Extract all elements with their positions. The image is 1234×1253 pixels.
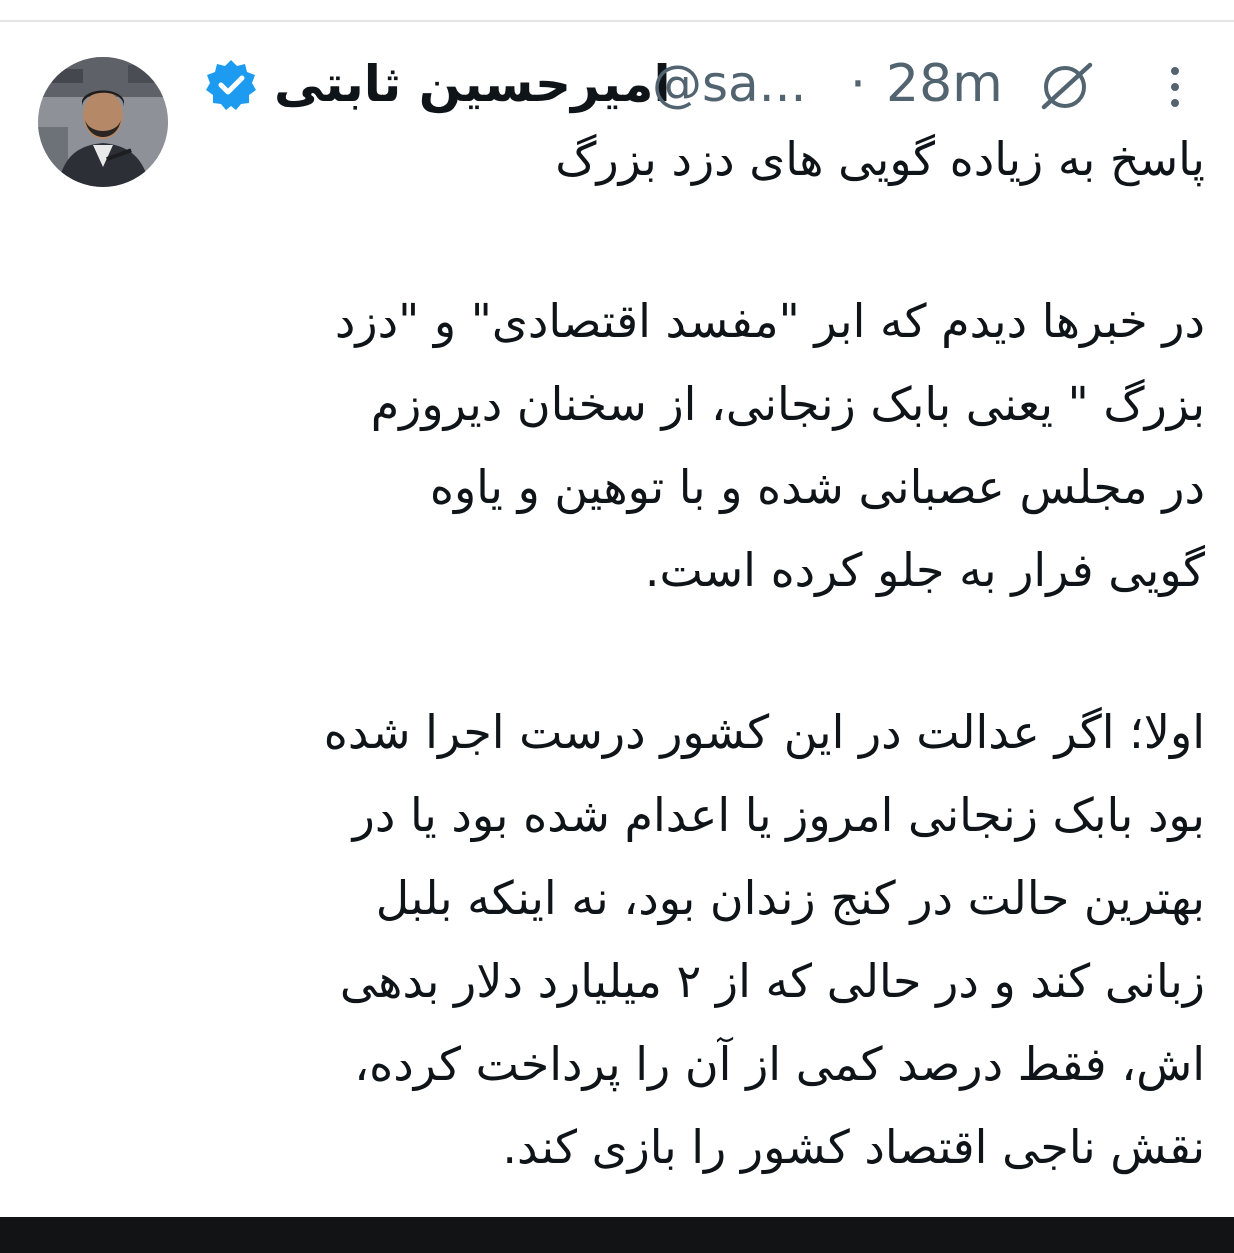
tweet-line: در مجلس عصبانی شده و با توهین و یاوه: [429, 460, 1205, 514]
tweet-line: بزرگ " یعنی بابک زنجانی، از سخنان دیروزم: [370, 377, 1205, 431]
tweet-line: بود بابک زنجانی امروز یا اعدام شده بود ی…: [352, 788, 1205, 842]
author-handle[interactable]: @sa...: [652, 51, 806, 117]
tweet-line: گویی فرار به جلو کرده است.: [644, 543, 1205, 597]
tweet-timestamp[interactable]: 28m: [886, 51, 1003, 117]
more-options-icon[interactable]: [1160, 59, 1190, 115]
tweet-header: امیرحسین ثابتی @sa... · 28m: [200, 45, 1234, 125]
top-divider: [0, 20, 1234, 22]
bottom-bar: [0, 1217, 1234, 1253]
tweet-line: زبانی کند و در حالی که از ۲ میلیارد دلار…: [339, 954, 1205, 1008]
tweet-line: بهترین حالت در کنج زندان بود، نه اینکه ب…: [375, 871, 1205, 925]
time-separator: ·: [850, 55, 866, 113]
grok-icon[interactable]: [1038, 61, 1096, 111]
author-avatar[interactable]: [38, 57, 168, 187]
tweet-line: اولا؛ اگر عدالت در این کشور درست اجرا شد…: [323, 705, 1205, 759]
tweet-text: پاسخ به زیاده گویی های دزد بزرگ در خبرها…: [200, 118, 1205, 1189]
tweet-line: در خبرها دیدم که ابر "مفسد اقتصادی" و "د…: [334, 294, 1205, 348]
verified-badge-icon: [206, 60, 256, 110]
tweet-line: نقش ناجی اقتصاد کشور را بازی کند.: [502, 1120, 1205, 1174]
author-display-name[interactable]: امیرحسین ثابتی: [274, 51, 671, 117]
avatar-photo: [38, 57, 168, 187]
tweet-line: اش، فقط درصد کمی از آن را پرداخت کرده،: [354, 1037, 1205, 1091]
tweet-title: پاسخ به زیاده گویی های دزد بزرگ: [555, 132, 1205, 186]
